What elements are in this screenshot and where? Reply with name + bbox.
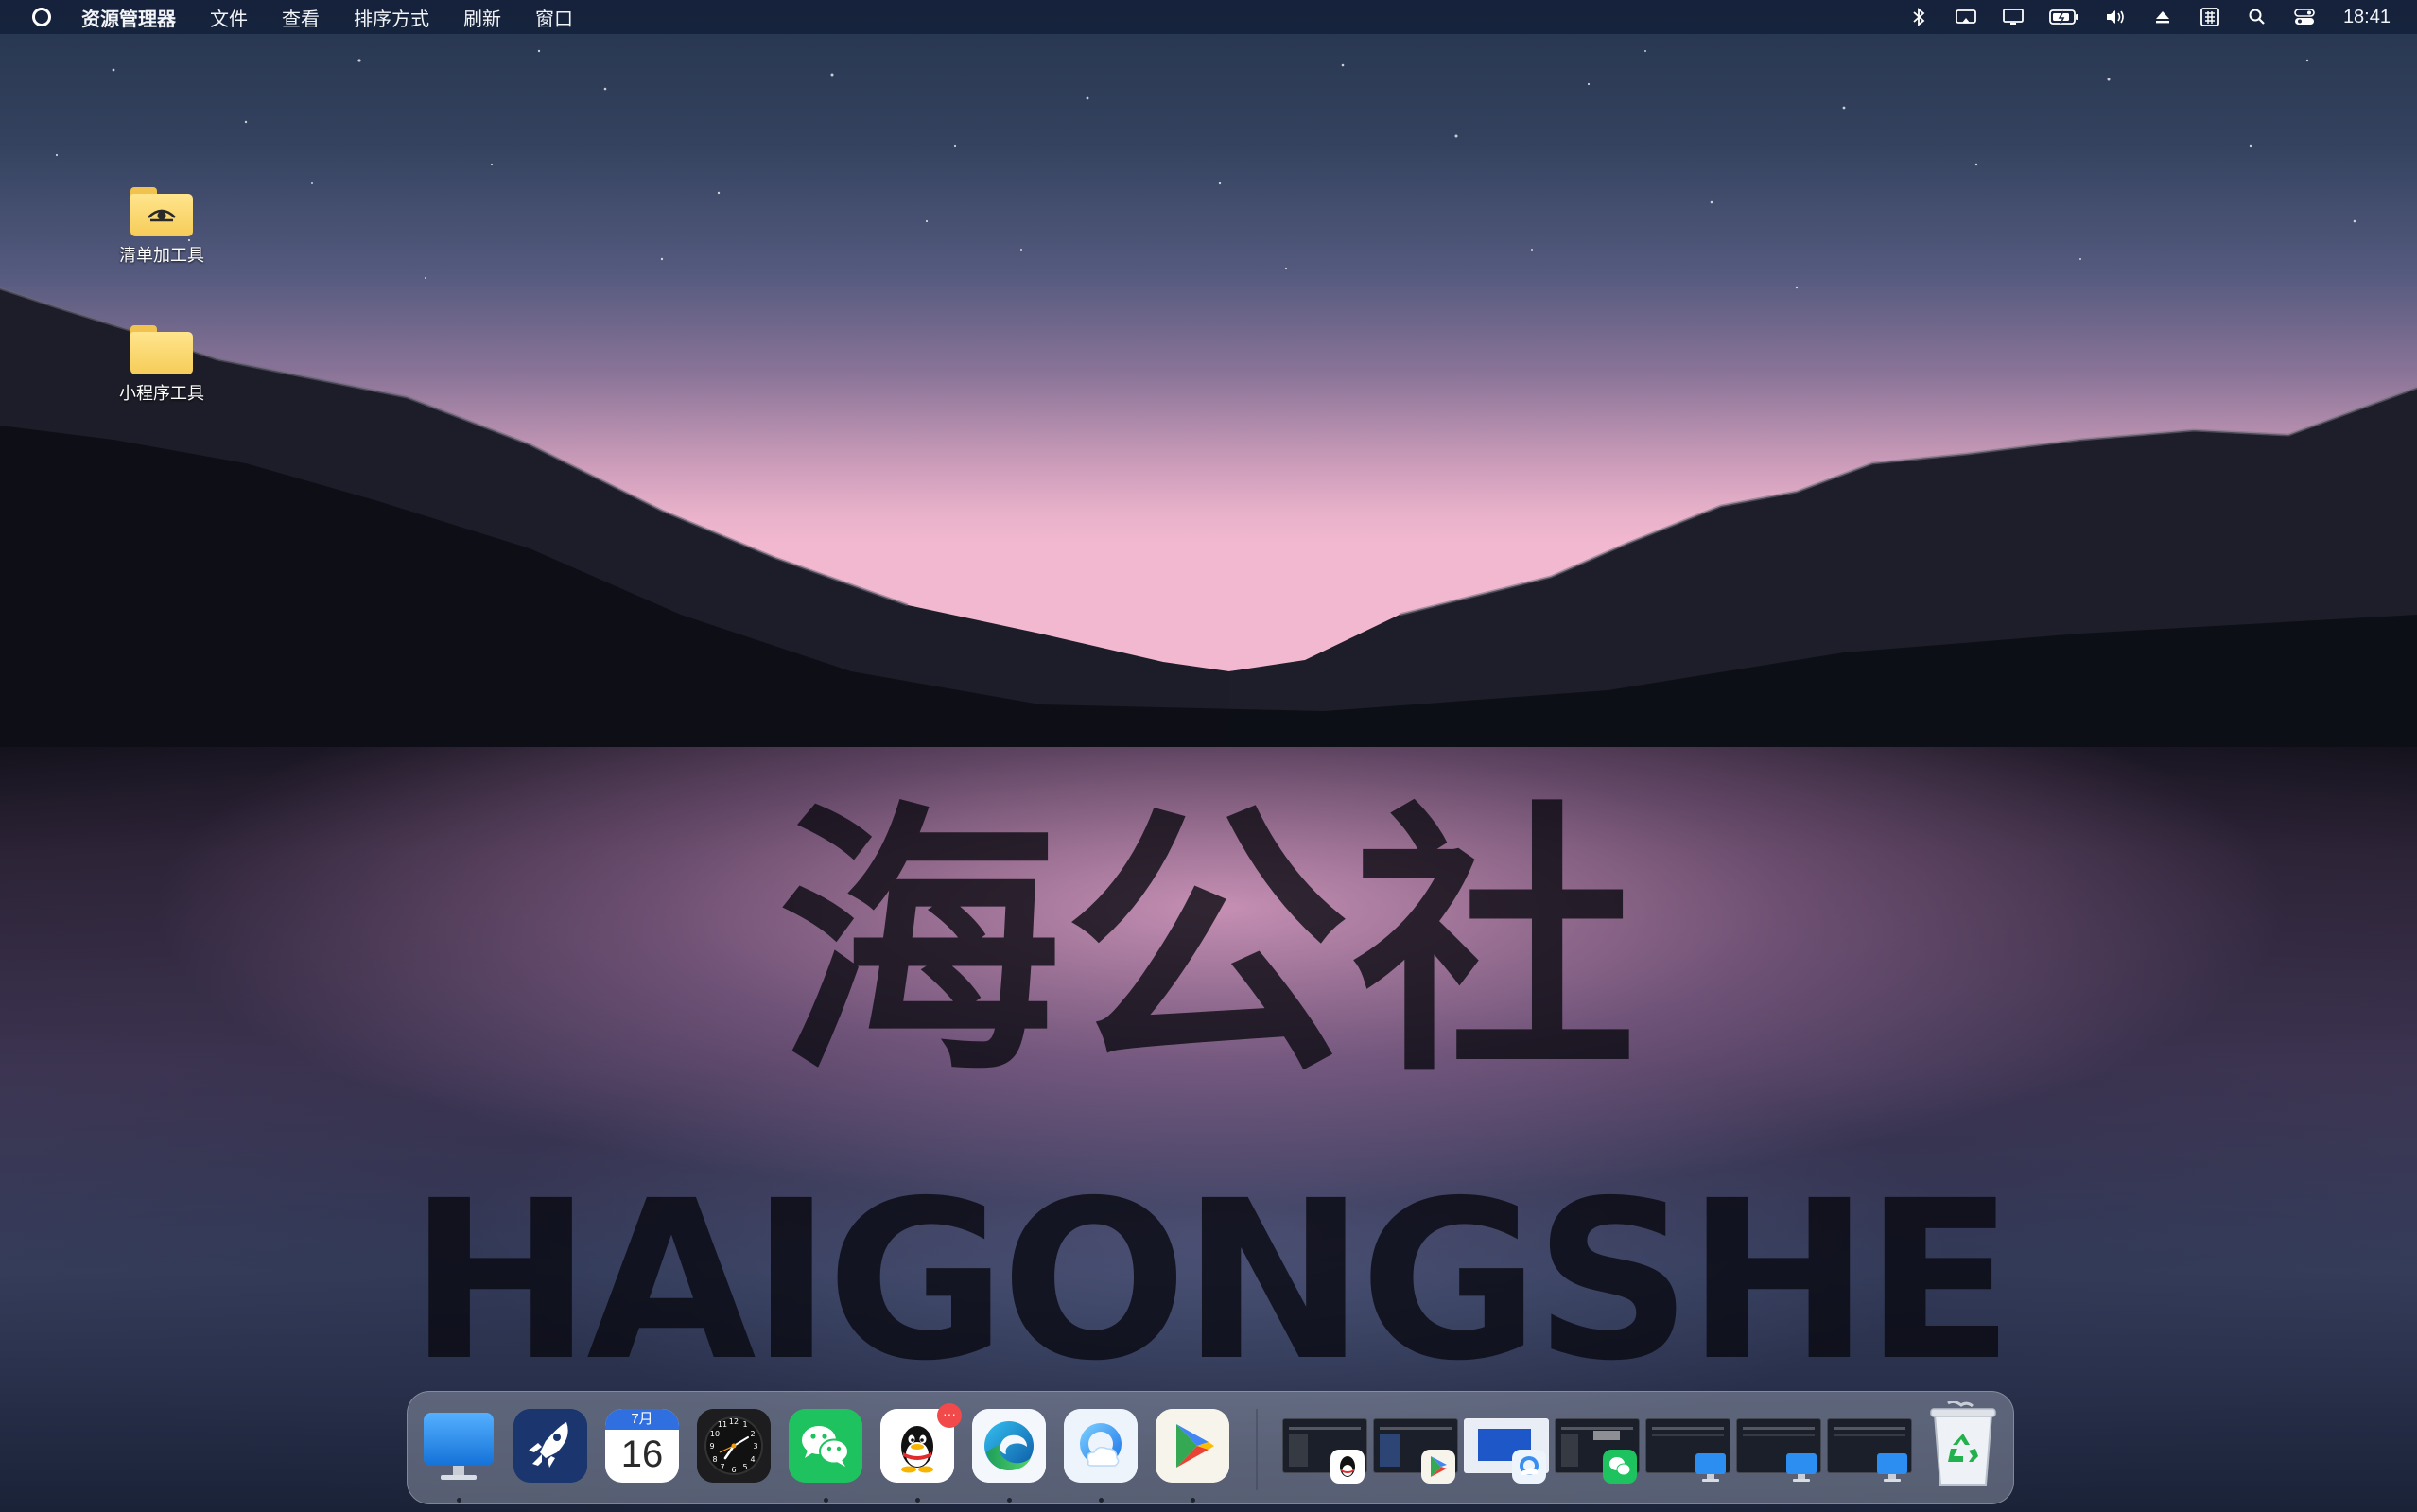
running-indicator: [1007, 1498, 1012, 1503]
wechat-icon: [1603, 1450, 1637, 1484]
recycle-bin-icon: [1930, 1399, 1996, 1486]
svg-text:2: 2: [750, 1430, 755, 1438]
menu-file[interactable]: 文件: [210, 4, 248, 31]
dock-app-launchpad[interactable]: [513, 1409, 587, 1483]
menu-refresh[interactable]: 刷新: [463, 4, 501, 31]
battery-charging-icon[interactable]: [2048, 7, 2080, 27]
dock-app-cloud-browser[interactable]: [1064, 1409, 1138, 1483]
bluetooth-icon[interactable]: [1906, 7, 1931, 27]
display-icon[interactable]: [2001, 7, 2026, 27]
running-indicator: [915, 1498, 920, 1503]
dock-app-finder[interactable]: [422, 1409, 496, 1483]
svg-text:8: 8: [712, 1455, 717, 1464]
desktop-icon-label: 清单加工具: [119, 246, 204, 265]
dock-window-finder-3[interactable]: [1827, 1418, 1912, 1482]
cloud-search-icon: [1512, 1450, 1546, 1484]
dock-app-clock[interactable]: 12 3 6 9 12 45 7 8 10 11: [697, 1409, 771, 1483]
dock: 7月 16 12 3 6 9 12 45 7 8 10 11 ···: [407, 1391, 2014, 1504]
folder-eye-icon: [130, 187, 193, 236]
wallpaper-title-en: HAIGONGSHE: [408, 1154, 2014, 1409]
menu-view[interactable]: 查看: [282, 4, 320, 31]
running-indicator: [1099, 1498, 1104, 1503]
volume-icon[interactable]: [2103, 7, 2128, 27]
dock-app-wechat[interactable]: [789, 1409, 862, 1483]
calendar-day: 16: [620, 1434, 664, 1475]
running-indicator: [1191, 1498, 1195, 1503]
svg-text:12: 12: [729, 1417, 739, 1426]
svg-text:6: 6: [731, 1466, 736, 1474]
svg-text:1: 1: [742, 1420, 747, 1429]
dock-app-edge[interactable]: [972, 1409, 1046, 1483]
cast-icon[interactable]: [1954, 7, 1978, 27]
wallpaper-mountains: [0, 287, 2417, 747]
clock-icon: 12 3 6 9 12 45 78 1011: [697, 1409, 771, 1483]
svg-text:11: 11: [718, 1420, 727, 1429]
dock-window-wechat[interactable]: [1555, 1418, 1640, 1484]
status-tray: 18:41: [1884, 0, 2391, 34]
svg-text:7: 7: [720, 1463, 724, 1471]
dock-app-calendar[interactable]: 7月 16: [605, 1409, 679, 1483]
desktop-icon-label: 小程序工具: [119, 384, 204, 403]
monitor-icon: [1784, 1450, 1818, 1484]
svg-text:3: 3: [753, 1442, 757, 1451]
dock-window-finder-1[interactable]: [1645, 1418, 1730, 1482]
calendar-month: 7月: [605, 1409, 679, 1430]
search-icon[interactable]: [2245, 7, 2269, 27]
dock-window-play-store[interactable]: [1373, 1418, 1458, 1484]
menu-app-name[interactable]: 资源管理器: [81, 4, 176, 31]
dock-window-finder-2[interactable]: [1736, 1418, 1821, 1482]
running-indicator: [457, 1498, 461, 1503]
svg-text:5: 5: [742, 1463, 747, 1471]
desktop-wallpaper: 海公社 HAIGONGSHE: [0, 0, 2417, 1512]
folder-icon: [130, 325, 193, 374]
dock-trash[interactable]: [1925, 1399, 2001, 1488]
qq-penguin-icon: [1330, 1450, 1365, 1484]
edge-icon: [972, 1409, 1046, 1483]
monitor-icon: [424, 1413, 494, 1480]
running-indicator: [824, 1498, 828, 1503]
notification-badge: ···: [937, 1403, 962, 1428]
svg-text:9: 9: [709, 1442, 714, 1451]
dock-window-cloud-browser[interactable]: [1464, 1418, 1549, 1484]
monitor-icon: [1875, 1450, 1909, 1484]
monitor-icon: [1694, 1450, 1728, 1484]
svg-text:10: 10: [710, 1430, 720, 1438]
rocket-icon: [513, 1409, 587, 1483]
play-triangle-icon: [1156, 1409, 1229, 1483]
dock-app-play-store[interactable]: [1156, 1409, 1229, 1483]
control-center-icon[interactable]: [2292, 7, 2317, 27]
system-logo-icon[interactable]: [32, 8, 51, 26]
dock-window-qq[interactable]: [1282, 1418, 1367, 1484]
dock-separator: [1256, 1409, 1258, 1490]
wallpaper-title-cn: 海公社: [777, 780, 1640, 1110]
play-triangle-icon: [1421, 1450, 1455, 1484]
svg-text:4: 4: [750, 1455, 755, 1464]
wechat-icon: [789, 1409, 862, 1483]
eject-icon[interactable]: [2150, 7, 2175, 27]
cloud-search-icon: [1064, 1409, 1138, 1483]
menu-window[interactable]: 窗口: [535, 4, 573, 31]
menu-sort[interactable]: 排序方式: [354, 4, 429, 31]
menu-clock[interactable]: 18:41: [2343, 7, 2391, 28]
desktop-icon-miniprogram-tool[interactable]: 小程序工具: [91, 325, 233, 405]
desktop-icon-checklist-tool[interactable]: 清单加工具: [91, 187, 233, 267]
menu-bar: 资源管理器 文件 查看 排序方式 刷新 窗口 18:41: [0, 0, 2417, 34]
input-method-icon[interactable]: [2198, 7, 2222, 27]
dock-app-qq[interactable]: ···: [880, 1403, 962, 1483]
calendar-icon: 7月 16: [605, 1409, 679, 1483]
